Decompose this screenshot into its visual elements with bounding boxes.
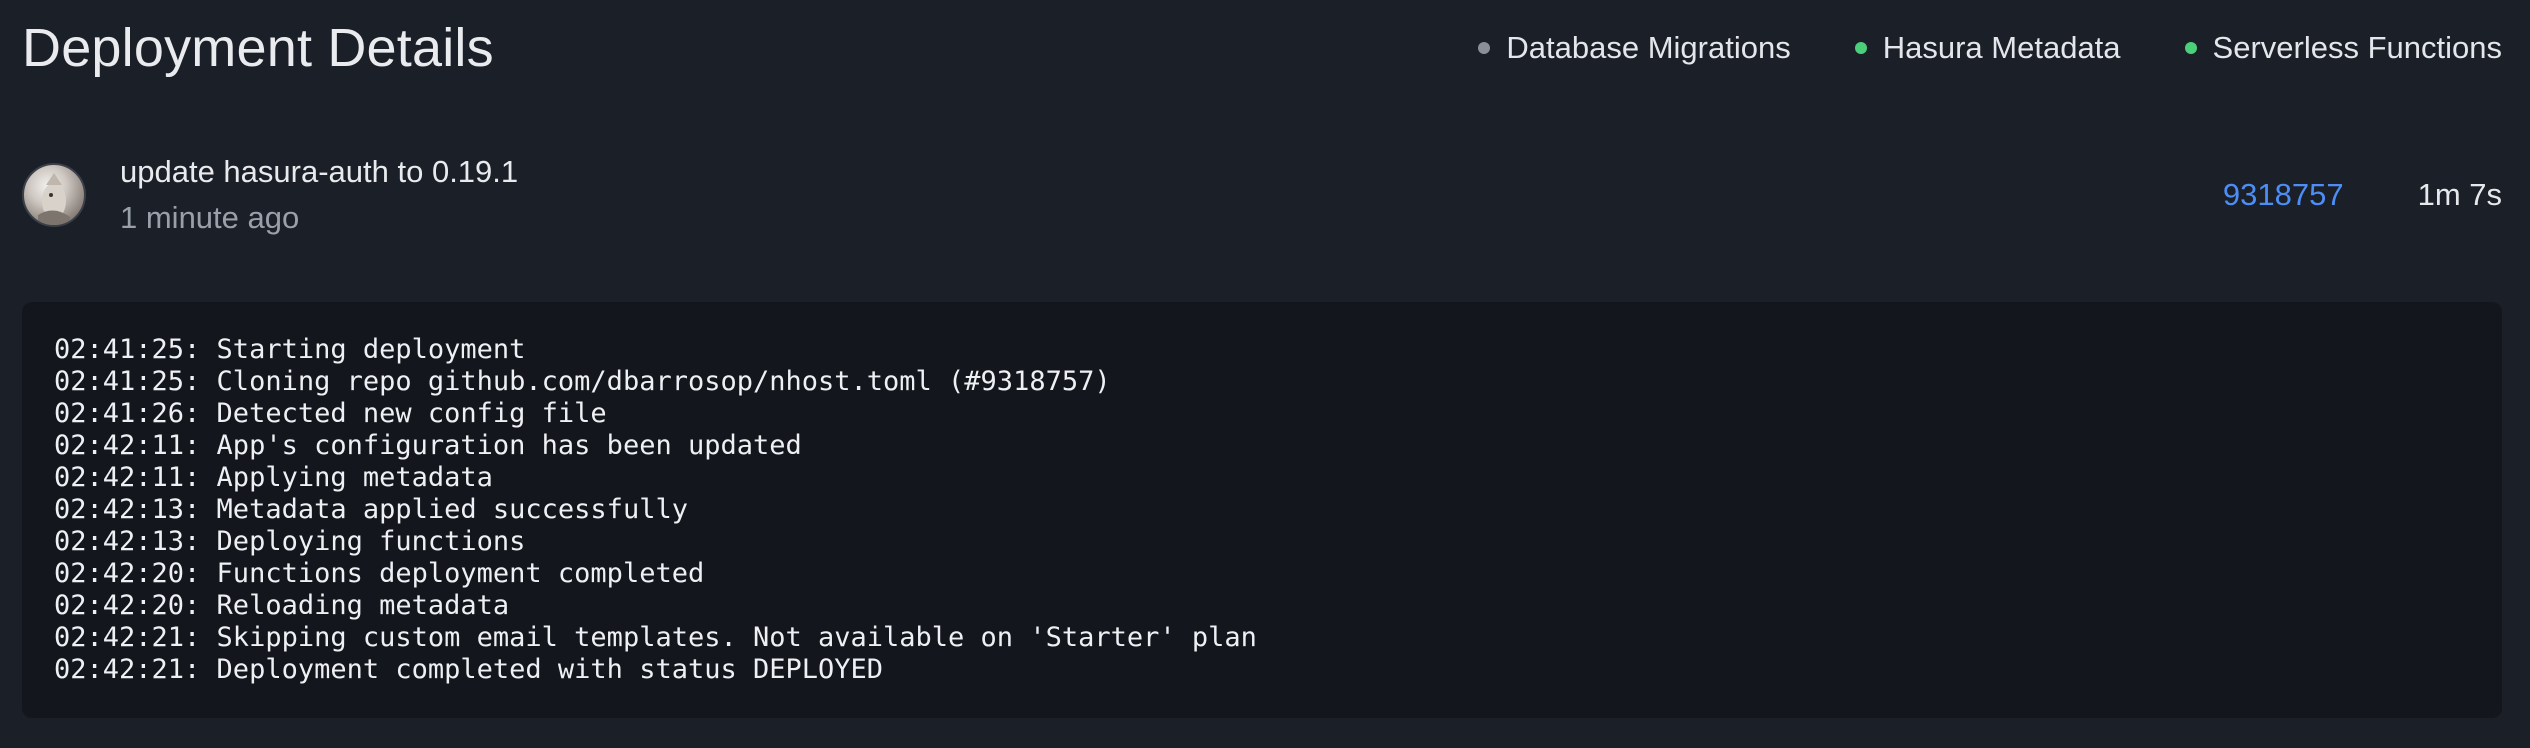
service-status-hasura-metadata: Hasura Metadata	[1854, 30, 2121, 66]
log-line: 02:42:13: Deploying functions	[54, 526, 526, 557]
log-line: 02:42:13: Metadata applied successfully	[54, 494, 688, 525]
log-line: 02:41:26: Detected new config file	[54, 398, 607, 429]
service-status-serverless-functions: Serverless Functions	[2184, 30, 2502, 66]
commit-row: update hasura-auth to 0.19.1 1 minute ag…	[22, 140, 2502, 250]
log-line: 02:41:25: Cloning repo github.com/dbarro…	[54, 366, 1111, 397]
service-label: Database Migrations	[1506, 30, 1791, 65]
log-line: 02:42:20: Functions deployment completed	[54, 558, 705, 589]
deployment-details-page: Deployment Details Database Migrations H…	[0, 0, 2530, 748]
log-line: 02:42:20: Reloading metadata	[54, 590, 510, 621]
page-title: Deployment Details	[22, 18, 494, 78]
commit-time: 1 minute ago	[120, 200, 300, 235]
status-dot-icon	[1854, 42, 1867, 54]
commit-meta: 9318757 1m 7s	[2223, 177, 2502, 213]
commit-info: update hasura-auth to 0.19.1 1 minute ag…	[22, 154, 518, 236]
service-status-list: Database Migrations Hasura Metadata Serv…	[1478, 30, 2502, 66]
commit-message: update hasura-auth to 0.19.1	[120, 154, 519, 189]
deployment-log-panel: 02:41:25: Starting deployment 02:41:25: …	[22, 302, 2502, 718]
log-line: 02:42:21: Deployment completed with stat…	[54, 654, 884, 685]
service-status-database-migrations: Database Migrations	[1478, 30, 1791, 66]
avatar	[22, 163, 86, 227]
commit-text: update hasura-auth to 0.19.1 1 minute ag…	[120, 154, 518, 236]
service-label: Serverless Functions	[2212, 30, 2502, 65]
page-header: Deployment Details Database Migrations H…	[22, 0, 2502, 96]
service-label: Hasura Metadata	[1882, 30, 2121, 65]
status-dot-icon	[2184, 42, 2197, 54]
log-line: 02:41:25: Starting deployment	[54, 334, 526, 365]
status-dot-icon	[1478, 42, 1491, 54]
commit-hash-link[interactable]: 9318757	[2223, 177, 2344, 213]
deployment-duration: 1m 7s	[2417, 177, 2502, 212]
log-line: 02:42:11: App's configuration has been u…	[54, 430, 802, 461]
log-line: 02:42:21: Skipping custom email template…	[54, 622, 1257, 653]
log-line: 02:42:11: Applying metadata	[54, 462, 493, 493]
